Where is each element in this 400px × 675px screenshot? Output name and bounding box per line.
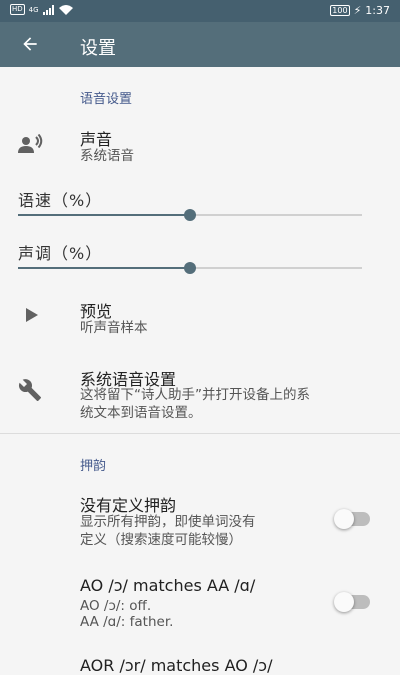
pitch-slider[interactable] xyxy=(18,260,362,276)
battery-icon: 100 xyxy=(330,5,350,16)
undefined-rhymes-switch[interactable] xyxy=(334,509,372,529)
toolbar: 设置 xyxy=(0,22,400,67)
section-header-rhymes: 押韵 xyxy=(80,459,107,474)
slider-thumb[interactable] xyxy=(184,262,196,274)
section-divider xyxy=(0,433,400,434)
record-voice-icon xyxy=(18,134,43,153)
page-title: 设置 xyxy=(80,38,116,59)
switch-knob xyxy=(334,592,354,612)
ao-match-summary-line2: AA /ɑ/: father. xyxy=(80,614,174,630)
switch-knob xyxy=(334,509,354,529)
ao-match-switch[interactable] xyxy=(334,592,372,612)
system-tts-summary-line1: 这将留下“诗人助手”并打开设备上的系 xyxy=(80,387,310,403)
ao-match-title: AO /ɔ/ matches AA /ɑ/ xyxy=(80,576,256,595)
undefined-rhymes-summary-line2: 定义（搜索速度可能较慢） xyxy=(80,532,242,548)
section-header-voice: 语音设置 xyxy=(80,92,133,107)
slider-fill xyxy=(18,267,190,269)
system-tts-summary-line2: 统文本到语音设置。 xyxy=(80,405,202,421)
network-type: 4G xyxy=(28,5,39,14)
voice-summary: 系统语音 xyxy=(80,148,134,164)
back-button[interactable] xyxy=(14,30,46,58)
signal-icon xyxy=(42,4,54,15)
wrench-icon xyxy=(18,379,41,401)
status-bar: HD 4G 100 ⚡ 1:37 xyxy=(0,0,400,22)
preview-summary: 听声音样本 xyxy=(80,320,148,336)
arrow-back-icon xyxy=(23,37,37,51)
charging-icon: ⚡ xyxy=(353,4,362,17)
clock: 1:37 xyxy=(365,4,390,17)
wifi-icon xyxy=(58,4,73,15)
undefined-rhymes-summary-line1: 显示所有押韵，即使单词没有 xyxy=(80,514,256,530)
hd-badge: HD xyxy=(10,4,25,15)
slider-fill xyxy=(18,214,190,216)
slider-thumb[interactable] xyxy=(184,209,196,221)
speech-rate-slider[interactable] xyxy=(18,207,362,223)
play-icon xyxy=(26,308,38,322)
